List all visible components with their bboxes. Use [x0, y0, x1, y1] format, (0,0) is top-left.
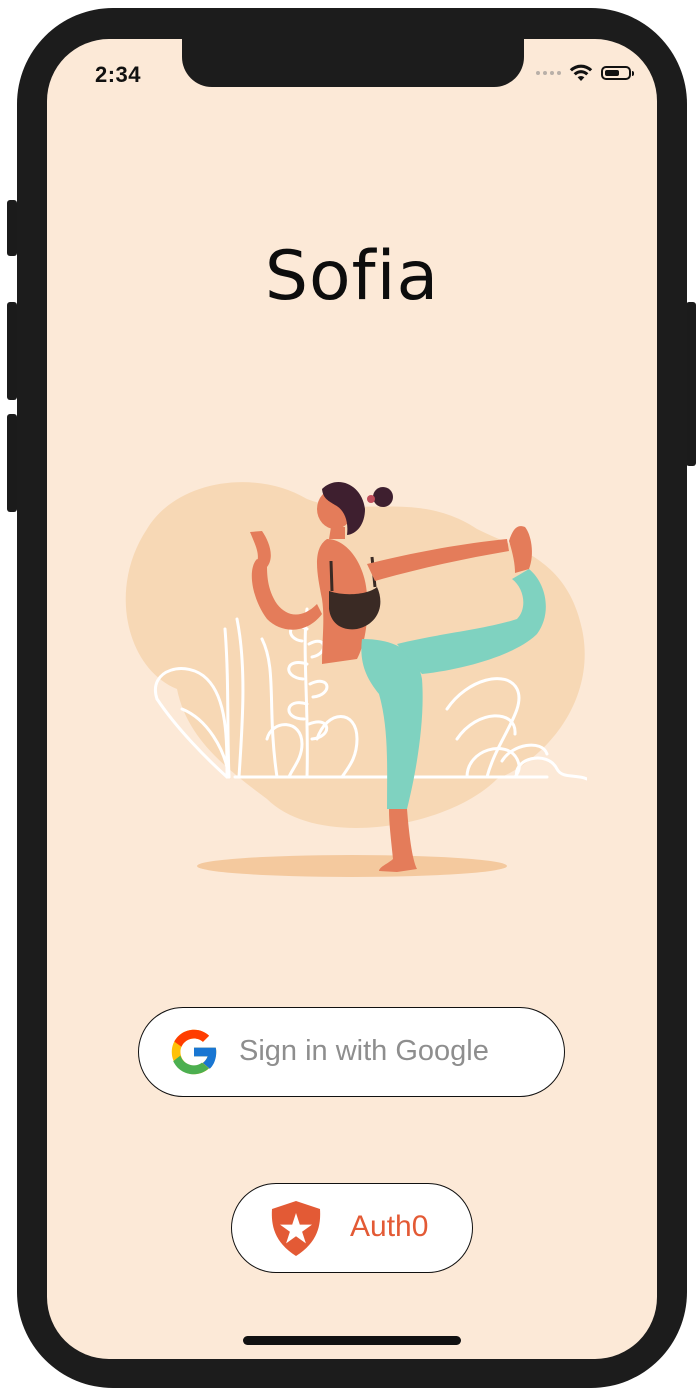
app-title: Sofia: [264, 237, 440, 316]
ground-shadow: [197, 855, 507, 877]
signal-icon: [536, 71, 561, 75]
wifi-icon: [569, 64, 593, 81]
notch: [182, 39, 524, 87]
volume-down-button: [7, 414, 17, 512]
auth0-button[interactable]: Auth0: [231, 1183, 473, 1273]
status-time: 2:34: [95, 62, 142, 87]
google-logo-icon: [171, 1029, 218, 1075]
volume-up-button: [7, 302, 17, 400]
google-signin-button[interactable]: Sign in with Google: [138, 1007, 565, 1097]
auth0-shield-icon: [271, 1201, 321, 1256]
google-signin-label: Sign in with Google: [239, 1035, 489, 1067]
power-button: [686, 302, 696, 466]
auth0-label: Auth0: [350, 1210, 429, 1243]
mute-switch: [7, 200, 17, 256]
yoga-illustration: [125, 481, 587, 877]
status-indicators: [536, 64, 634, 82]
battery-icon: [601, 66, 634, 80]
home-indicator: [243, 1336, 461, 1345]
app-screen: 2:34 Sofia Sign in with Google Auth0: [47, 39, 657, 1359]
